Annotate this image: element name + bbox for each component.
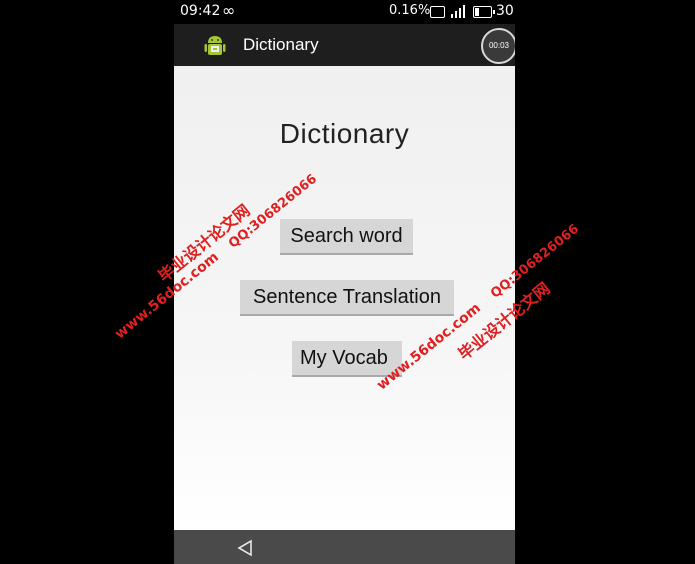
main-content: Dictionary Search word Sentence Translat…: [174, 66, 515, 530]
page-title: Dictionary: [279, 118, 410, 149]
signal-icon: [451, 5, 467, 18]
recording-timer[interactable]: 00:03: [481, 28, 515, 64]
search-word-button[interactable]: Search word: [280, 219, 413, 255]
battery-level: 30: [496, 3, 514, 19]
back-icon[interactable]: [236, 539, 254, 557]
android-icon[interactable]: [202, 32, 228, 58]
status-bar: 09:42 ∞ 0.16% 30: [174, 0, 515, 24]
message-icon: [430, 6, 445, 18]
infinity-icon: ∞: [222, 1, 236, 20]
phone-screen: 09:42 ∞ 0.16% 30 Dictionary 00:03 Dictio…: [174, 0, 515, 564]
data-usage-text: 0.16%: [389, 3, 431, 18]
status-time: 09:42: [180, 3, 221, 19]
battery-icon: [473, 6, 495, 18]
action-bar-title: Dictionary: [243, 35, 319, 54]
action-bar: Dictionary 00:03: [174, 24, 515, 66]
sentence-translation-button[interactable]: Sentence Translation: [240, 280, 454, 316]
navigation-bar: [174, 530, 515, 564]
